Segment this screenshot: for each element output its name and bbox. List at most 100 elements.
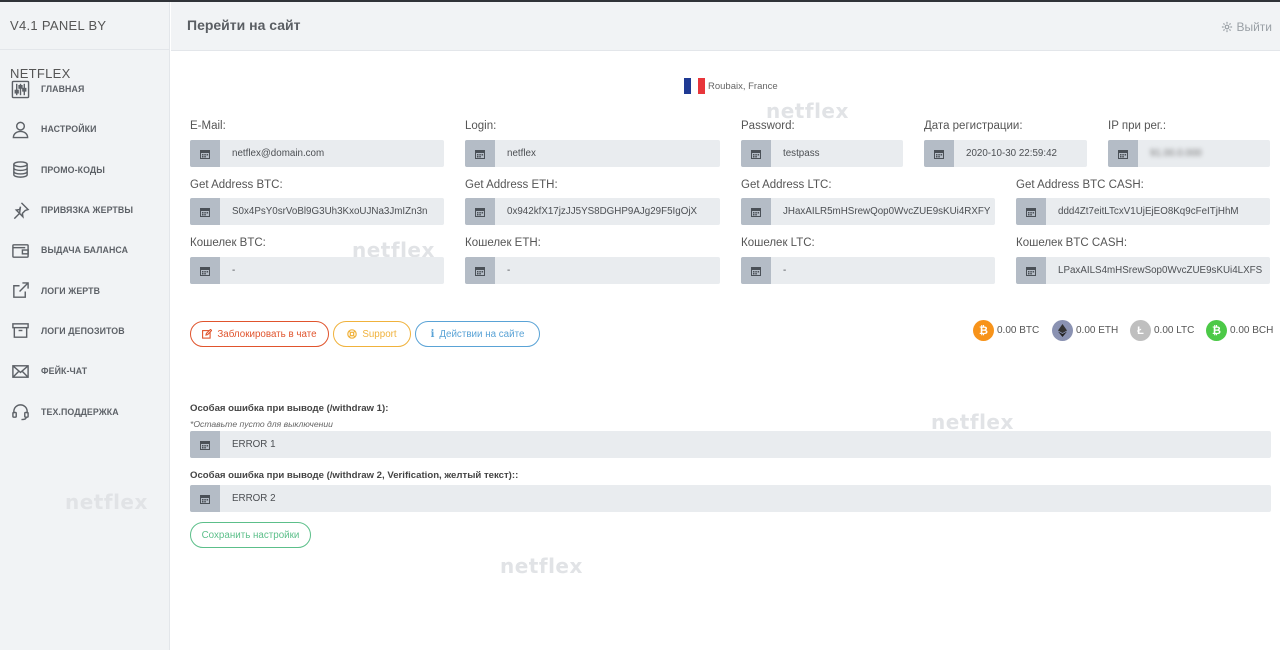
info-icon: i [430, 328, 435, 340]
error1-input[interactable]: ERROR 1 [190, 431, 1271, 458]
pin-icon [13, 201, 30, 219]
edit-icon [202, 329, 213, 339]
sidebar-item-bind-victim[interactable]: ПРИВЯЗКА ЖЕРТВЫ [0, 190, 169, 230]
calendar-icon [924, 140, 954, 167]
ltc-wallet-field[interactable]: - [741, 257, 995, 284]
sidebar-item-deposit-logs[interactable]: ЛОГИ ДЕПОЗИТОВ [0, 311, 169, 351]
lifebuoy-icon [347, 329, 358, 339]
external-link-icon [13, 282, 29, 298]
bch-wallet-field[interactable]: LPaxAILS4mHSrewSop0WvcZUE9sKUi4LXFS [1016, 257, 1270, 284]
btc-balance-value: 0.00 BTC [997, 325, 1040, 336]
save-settings-label: Сохранить настройки [201, 529, 300, 541]
password-value: testpass [783, 148, 820, 159]
eth-wallet-field[interactable]: - [465, 257, 720, 284]
ip-value: 91.00.0.000 [1150, 148, 1202, 159]
sidebar-item-label: ВЫДАЧА БАЛАНСА [41, 245, 129, 256]
calendar-icon [190, 431, 220, 458]
error1-hint: *Оставьте пусто для выключении [190, 419, 333, 429]
login-field[interactable]: netflex [465, 140, 720, 167]
bch-address-value: ddd4Zt7eitLTcxV1UjEjEO8Kq9cFeITjHhM [1058, 206, 1239, 217]
ltc-address-label: Get Address LTC: [741, 179, 832, 191]
sidebar-item-label: ГЛАВНАЯ [41, 84, 85, 95]
calendar-icon [190, 485, 220, 512]
support-label: Support [362, 328, 397, 340]
login-label: Login: [465, 120, 497, 132]
error2-input[interactable]: ERROR 2 [190, 485, 1271, 512]
sidebar-item-label: ФЕЙК-ЧАТ [41, 366, 88, 377]
eth-wallet-value: - [507, 265, 511, 276]
goto-site-link[interactable]: Перейти на сайт [187, 17, 300, 33]
sidebar: V4.1 PANEL BY NETFLEX ГЛАВНАЯ НАСТРОЙКИ … [0, 2, 170, 650]
calendar-icon [1016, 198, 1046, 225]
btc-wallet-label: Кошелек BTC: [190, 237, 266, 249]
sidebar-item-settings[interactable]: НАСТРОЙКИ [0, 109, 169, 149]
ltc-address-field[interactable]: JHaxAILR5mHSrewQop0WvcZUE9sKUi4RXFY [741, 198, 995, 225]
regdate-field[interactable]: 2020-10-30 22:59:42 [924, 140, 1087, 167]
password-field[interactable]: testpass [741, 140, 903, 167]
error1-label: Особая ошибка при выводе (/withdraw 1): [190, 403, 389, 414]
regdate-value: 2020-10-30 22:59:42 [966, 148, 1057, 159]
eth-address-label: Get Address ETH: [465, 179, 558, 191]
ltc-balance-value: 0.00 LTC [1154, 325, 1195, 336]
ip-label: IP при рег.: [1108, 120, 1167, 132]
calendar-icon [190, 257, 220, 284]
location-label: Roubaix, France [708, 80, 778, 92]
password-label: Password: [741, 120, 795, 132]
email-value: netflex@domain.com [232, 148, 325, 159]
btc-address-label: Get Address BTC: [190, 179, 283, 191]
location: Roubaix, France [684, 78, 778, 94]
eth-address-value: 0x942kfX17jzJJ5YS8DGHP9AJg29F5IgOjX [507, 206, 698, 217]
sidebar-item-fake-chat[interactable]: ФЕЙК-ЧАТ [0, 351, 169, 391]
sidebar-item-victim-logs[interactable]: ЛОГИ ЖЕРТВ [0, 270, 169, 310]
france-flag-icon [684, 78, 705, 94]
ltc-wallet-value: - [783, 265, 787, 276]
btc-address-field[interactable]: S0x4PsY0srVoBl9G3Uh3KxoUJNa3JmIZn3n [190, 198, 444, 225]
ltc-balance: Ł 0.00 LTC [1130, 320, 1194, 341]
login-value: netflex [507, 148, 536, 159]
sidebar-item-label: ЛОГИ ЖЕРТВ [41, 285, 101, 296]
calendar-icon [741, 198, 771, 225]
site-actions-label: Действии на сайте [439, 328, 525, 340]
sidebar-item-label: НАСТРОЙКИ [41, 124, 97, 135]
btc-balance: ₿ 0.00 BTC [973, 320, 1039, 341]
user-icon [12, 121, 29, 139]
save-settings-button[interactable]: Сохранить настройки [190, 522, 311, 548]
sidebar-item-balance[interactable]: ВЫДАЧА БАЛАНСА [0, 230, 169, 270]
calendar-icon [1016, 257, 1046, 284]
error2-label: Особая ошибка при выводе (/withdraw 2, V… [190, 470, 519, 481]
regdate-label: Дата регистрации: [924, 120, 1023, 132]
bch-balance-value: 0.00 BCH [1230, 325, 1274, 336]
calendar-icon [190, 140, 220, 167]
sidebar-item-promo[interactable]: ПРОМО-КОДЫ [0, 150, 169, 190]
wallet-icon [12, 243, 29, 258]
sliders-icon [11, 80, 30, 98]
site-actions-button[interactable]: i Действии на сайте [415, 321, 540, 347]
sidebar-item-label: ПРОМО-КОДЫ [41, 164, 105, 175]
btc-wallet-field[interactable]: - [190, 257, 444, 284]
top-header: Перейти на сайт Выйти [171, 2, 1280, 51]
sidebar-nav: ГЛАВНАЯ НАСТРОЙКИ ПРОМО-КОДЫ ПРИВЯЗКА ЖЕ… [0, 50, 169, 432]
btc-wallet-value: - [232, 265, 236, 276]
calendar-icon [190, 198, 220, 225]
sidebar-item-label: ПРИВЯЗКА ЖЕРТВЫ [41, 205, 134, 216]
eth-wallet-label: Кошелек ETH: [465, 237, 541, 249]
eth-balance-value: 0.00 ETH [1076, 325, 1119, 336]
block-chat-button[interactable]: Заблокировать в чате [190, 321, 329, 347]
email-label: E-Mail: [190, 120, 226, 132]
email-field[interactable]: netflex@domain.com [190, 140, 444, 167]
logout-button[interactable]: Выйти [1221, 20, 1272, 34]
bitcoin-icon: ₿ [973, 320, 994, 341]
mail-icon [12, 364, 29, 378]
eth-address-field[interactable]: 0x942kfX17jzJJ5YS8DGHP9AJg29F5IgOjX [465, 198, 720, 225]
sidebar-item-label: ЛОГИ ДЕПОЗИТОВ [41, 325, 125, 336]
bitcoin-cash-icon: ₿ [1206, 320, 1227, 341]
database-icon [13, 161, 28, 179]
sidebar-item-support[interactable]: ТЕХ.ПОДДЕРЖКА [0, 391, 169, 431]
brand-title: V4.1 PANEL BY NETFLEX [0, 2, 169, 81]
ip-field[interactable]: 91.00.0.000 [1108, 140, 1270, 167]
sidebar-item-label: ТЕХ.ПОДДЕРЖКА [41, 406, 119, 417]
bch-address-field[interactable]: ddd4Zt7eitLTcxV1UjEjEO8Kq9cFeITjHhM [1016, 198, 1270, 225]
calendar-icon [465, 198, 495, 225]
logout-label: Выйти [1236, 20, 1272, 34]
support-button[interactable]: Support [333, 321, 411, 347]
